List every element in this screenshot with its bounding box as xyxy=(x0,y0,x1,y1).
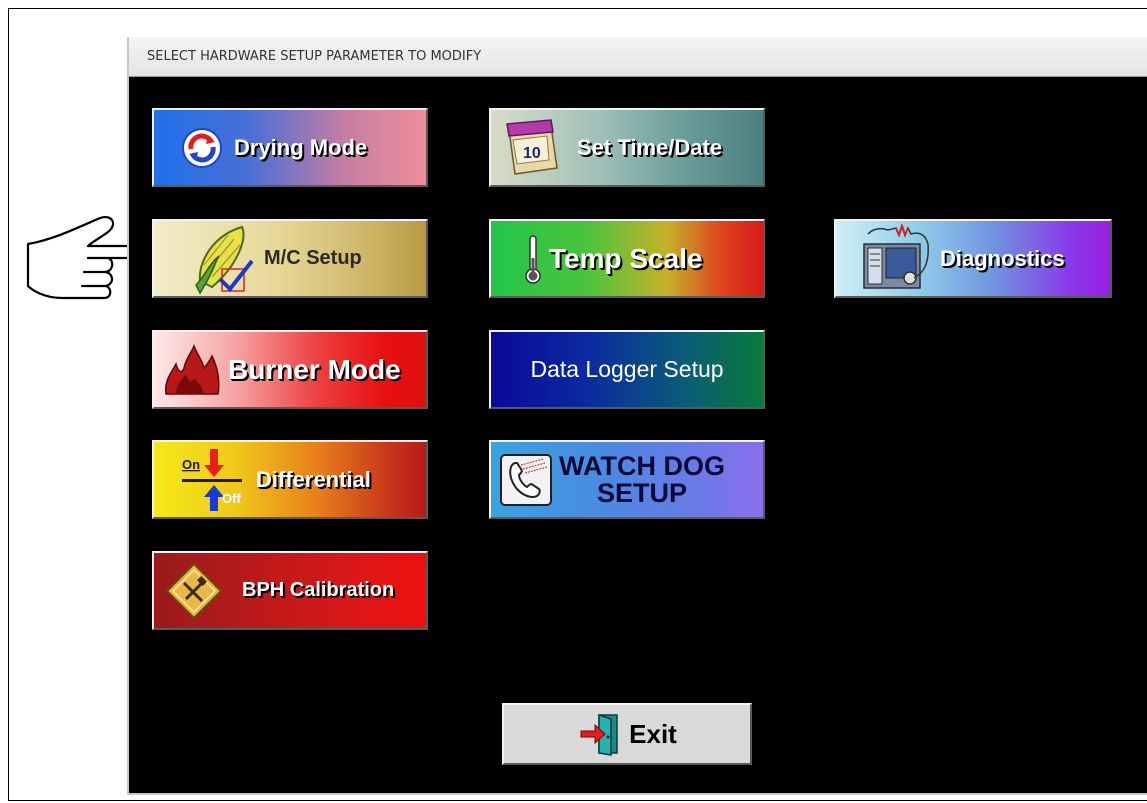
svg-text:10: 10 xyxy=(523,145,541,162)
watch-dog-label-line1: WATCH DOG xyxy=(559,450,725,481)
burner-mode-button[interactable]: Burner Mode xyxy=(152,330,428,409)
flame-icon xyxy=(162,342,222,398)
data-logger-setup-label: Data Logger Setup xyxy=(530,356,724,382)
phone-icon xyxy=(499,453,553,507)
svg-text:Off: Off xyxy=(222,491,241,506)
bph-calibration-label: BPH Calibration xyxy=(242,579,395,601)
set-time-date-button[interactable]: 10 Set Time/Date xyxy=(489,108,765,187)
window-titlebar: SELECT HARDWARE SETUP PARAMETER TO MODIF… xyxy=(129,37,1147,77)
temp-scale-label: Temp Scale xyxy=(549,242,703,274)
thermometer-icon xyxy=(521,232,545,286)
watch-dog-setup-label: WATCH DOG SETUP xyxy=(559,450,725,508)
bph-calibration-button[interactable]: BPH Calibration xyxy=(152,551,428,630)
burner-mode-label: Burner Mode xyxy=(228,353,401,385)
corn-icon xyxy=(190,221,260,296)
window-title: SELECT HARDWARE SETUP PARAMETER TO MODIF… xyxy=(147,49,482,64)
on-off-icon: On Off xyxy=(180,447,250,513)
setup-window: SELECT HARDWARE SETUP PARAMETER TO MODIF… xyxy=(127,37,1147,795)
refresh-icon xyxy=(180,126,224,170)
diagnostics-button[interactable]: Diagnostics xyxy=(834,219,1112,298)
tools-icon xyxy=(164,561,224,621)
exit-door-icon xyxy=(577,711,623,757)
mc-setup-label: M/C Setup xyxy=(264,247,362,269)
drying-mode-button[interactable]: Drying Mode xyxy=(152,108,428,187)
exit-label: Exit xyxy=(629,718,677,749)
svg-text:On: On xyxy=(182,457,200,472)
drying-mode-label: Drying Mode xyxy=(234,134,368,160)
differential-button[interactable]: On Off Differential xyxy=(152,440,428,519)
set-time-date-label: Set Time/Date xyxy=(577,134,723,160)
monitor-icon xyxy=(858,223,934,294)
data-logger-setup-button[interactable]: Data Logger Setup xyxy=(489,330,765,409)
exit-button[interactable]: Exit xyxy=(502,703,752,765)
differential-label: Differential xyxy=(256,466,371,492)
mc-setup-button[interactable]: M/C Setup xyxy=(152,219,428,298)
watch-dog-label-line2: SETUP xyxy=(596,477,687,508)
temp-scale-button[interactable]: Temp Scale xyxy=(489,219,765,298)
watch-dog-setup-button[interactable]: WATCH DOG SETUP xyxy=(489,440,765,519)
diagnostics-label: Diagnostics xyxy=(940,245,1065,271)
calendar-icon: 10 xyxy=(501,116,565,180)
